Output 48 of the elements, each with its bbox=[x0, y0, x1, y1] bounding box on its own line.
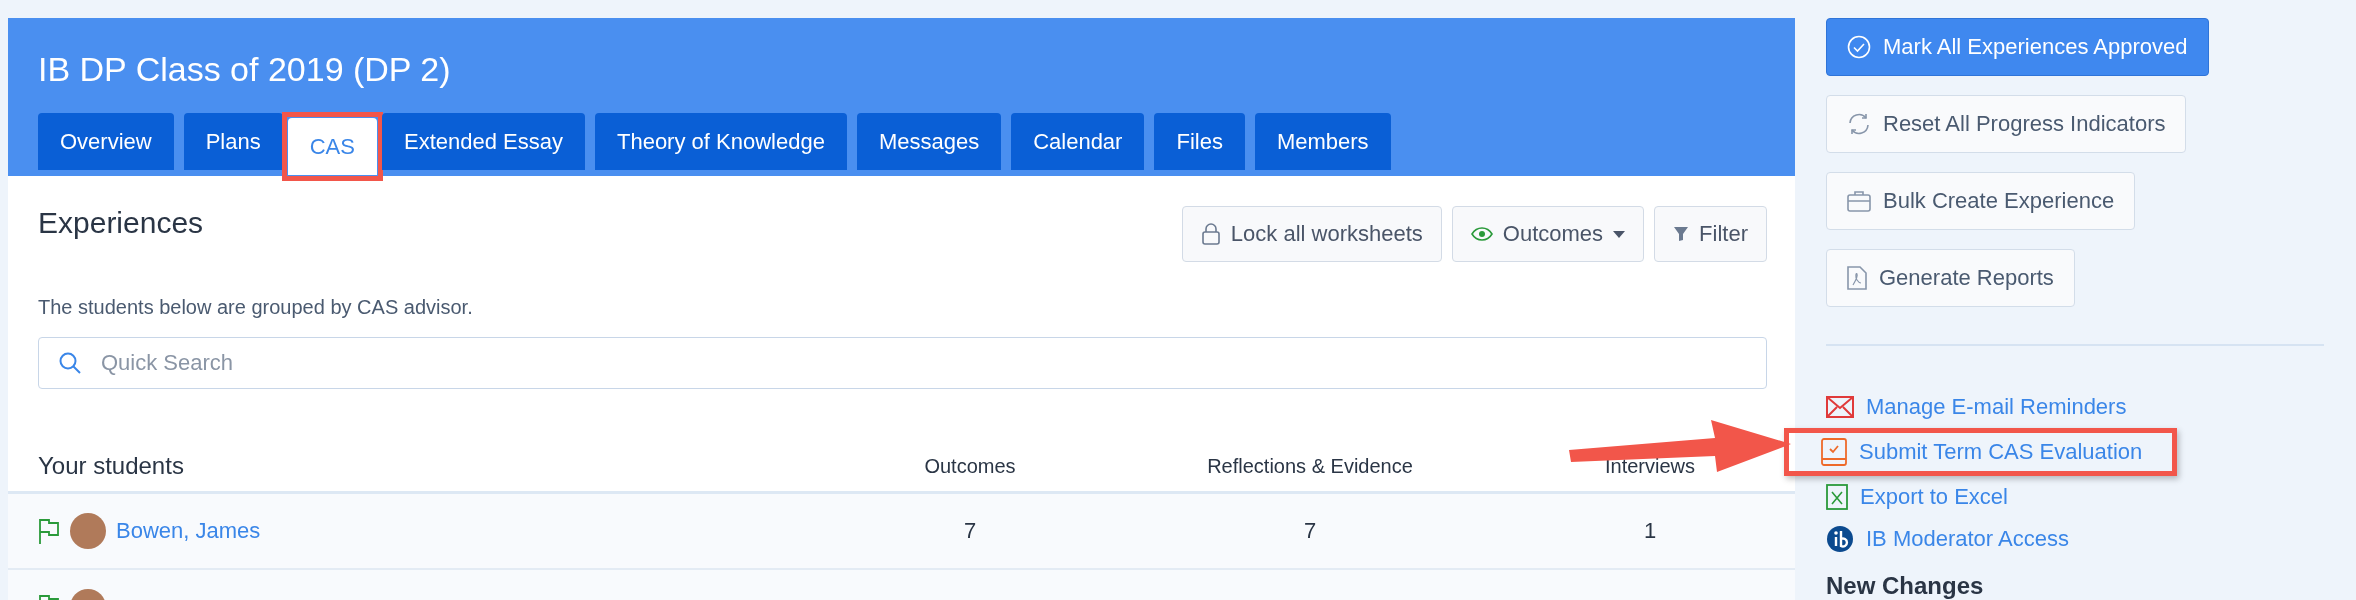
tab[interactable]: Members bbox=[1254, 113, 1391, 170]
filter-button[interactable]: Filter bbox=[1654, 206, 1767, 262]
eye-icon bbox=[1470, 227, 1493, 241]
pdf-file-icon bbox=[1847, 266, 1867, 290]
table-cell: 7 bbox=[1303, 518, 1317, 544]
lock-button[interactable]: Lock all worksheets bbox=[1181, 206, 1442, 262]
search-icon bbox=[58, 351, 82, 375]
tab[interactable]: Plans bbox=[183, 113, 283, 170]
subheading: New Changes bbox=[1826, 572, 1984, 600]
ib-logo-icon bbox=[1826, 525, 1854, 554]
checked-book-icon bbox=[1821, 438, 1847, 467]
refresh-icon bbox=[1847, 112, 1871, 136]
column-header: Outcomes bbox=[924, 454, 1016, 478]
sidebar-link[interactable]: Export to Excel bbox=[1860, 484, 2008, 511]
check-circle-icon bbox=[1847, 35, 1871, 59]
briefcase-button[interactable]: Bulk Create Experience bbox=[1826, 172, 2136, 230]
pdf-button[interactable]: Generate Reports bbox=[1826, 249, 2075, 307]
column-header: Reflections & Evidence bbox=[1207, 454, 1413, 478]
table-cell: 1 bbox=[1643, 518, 1657, 544]
approve-button[interactable]: Mark All Experiences Approved bbox=[1826, 18, 2209, 76]
class-title: IB DP Class of 2019 (DP 2) bbox=[38, 50, 452, 89]
envelope-icon bbox=[1826, 395, 1854, 418]
tab[interactable]: Overview bbox=[38, 113, 174, 170]
outcomes-dropdown[interactable]: Outcomes bbox=[1451, 206, 1645, 262]
section-title: Experiences bbox=[38, 206, 204, 240]
avatar bbox=[70, 513, 106, 549]
tab[interactable]: Extended Essay bbox=[382, 113, 585, 170]
padlock-icon bbox=[1200, 223, 1221, 245]
sidebar-link[interactable]: Submit Term CAS Evaluation bbox=[1859, 439, 2143, 466]
search-field[interactable]: Quick Search bbox=[38, 337, 1767, 389]
column-header: Interviews bbox=[1605, 454, 1695, 478]
tab[interactable]: Theory of Knowledge bbox=[594, 113, 847, 170]
sidebar-link[interactable]: IB Moderator Access bbox=[1866, 526, 2069, 553]
tab[interactable]: Files bbox=[1154, 113, 1245, 170]
table-cell: 7 bbox=[963, 518, 977, 544]
filter-icon bbox=[1673, 226, 1690, 242]
flag-icon bbox=[38, 518, 60, 544]
description-text: The students below are grouped by CAS advisor. bbox=[38, 296, 474, 319]
column-header: Your students bbox=[38, 452, 184, 480]
tab[interactable]: Messages bbox=[856, 113, 1002, 170]
sidebar-link[interactable]: Manage E-mail Reminders bbox=[1866, 393, 2127, 420]
reset-button[interactable]: Reset All Progress Indicators bbox=[1826, 95, 2187, 153]
student-link[interactable]: Bowen, James bbox=[116, 518, 261, 544]
briefcase-icon bbox=[1847, 190, 1871, 212]
caret-icon bbox=[1613, 230, 1626, 238]
tab[interactable]: CAS bbox=[287, 118, 377, 175]
spreadsheet-icon bbox=[1826, 484, 1848, 511]
tab[interactable]: Calendar bbox=[1011, 113, 1145, 170]
